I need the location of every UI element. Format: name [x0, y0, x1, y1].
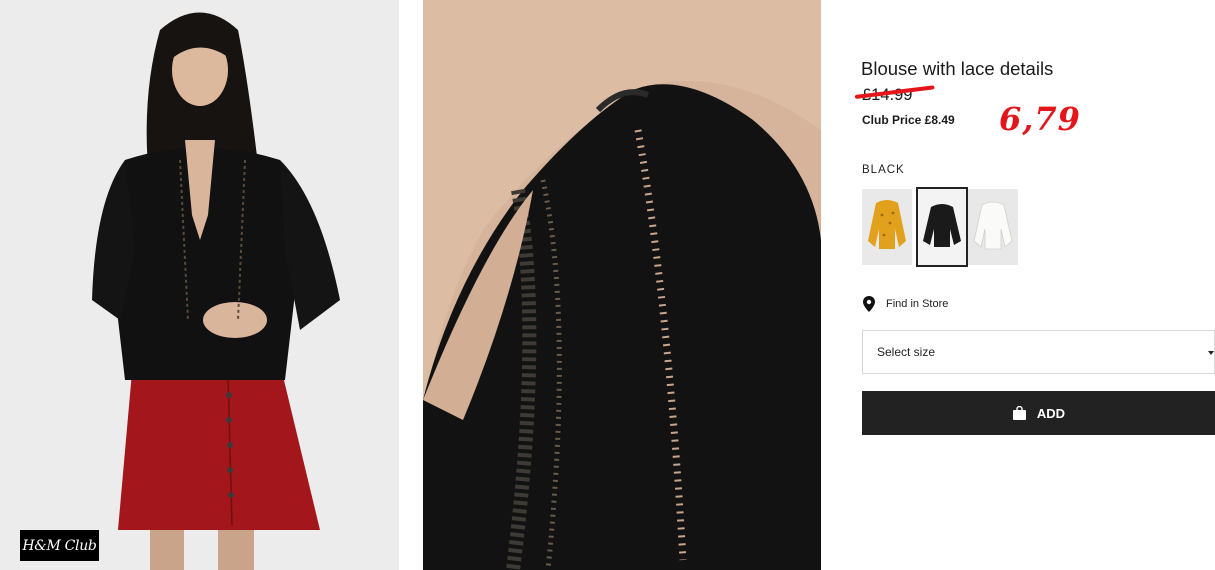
location-pin-icon [863, 296, 875, 312]
swatch-white[interactable] [968, 189, 1018, 265]
caret-down-icon [1208, 351, 1214, 355]
find-in-store-label: Find in Store [886, 298, 949, 310]
size-select[interactable]: Select size [862, 330, 1215, 374]
color-label: BLACK [862, 164, 905, 176]
add-to-bag-button[interactable]: ADD [862, 391, 1215, 435]
shopping-bag-icon [1012, 406, 1026, 420]
find-in-store-link[interactable]: Find in Store [862, 296, 948, 312]
size-select-label: Select size [877, 345, 936, 359]
add-button-label: ADD [1036, 405, 1066, 421]
product-image-detail[interactable] [423, 0, 821, 570]
hm-club-logo: H&M Club [20, 530, 99, 561]
product-image-model[interactable] [0, 0, 399, 570]
product-title: Blouse with lace details [861, 58, 1054, 79]
club-price: Club Price £8.49 [862, 113, 955, 127]
handwritten-price-annotation: 6,79 [999, 100, 1081, 138]
swatch-black[interactable] [916, 187, 968, 267]
swatch-yellow-floral[interactable] [862, 189, 912, 265]
